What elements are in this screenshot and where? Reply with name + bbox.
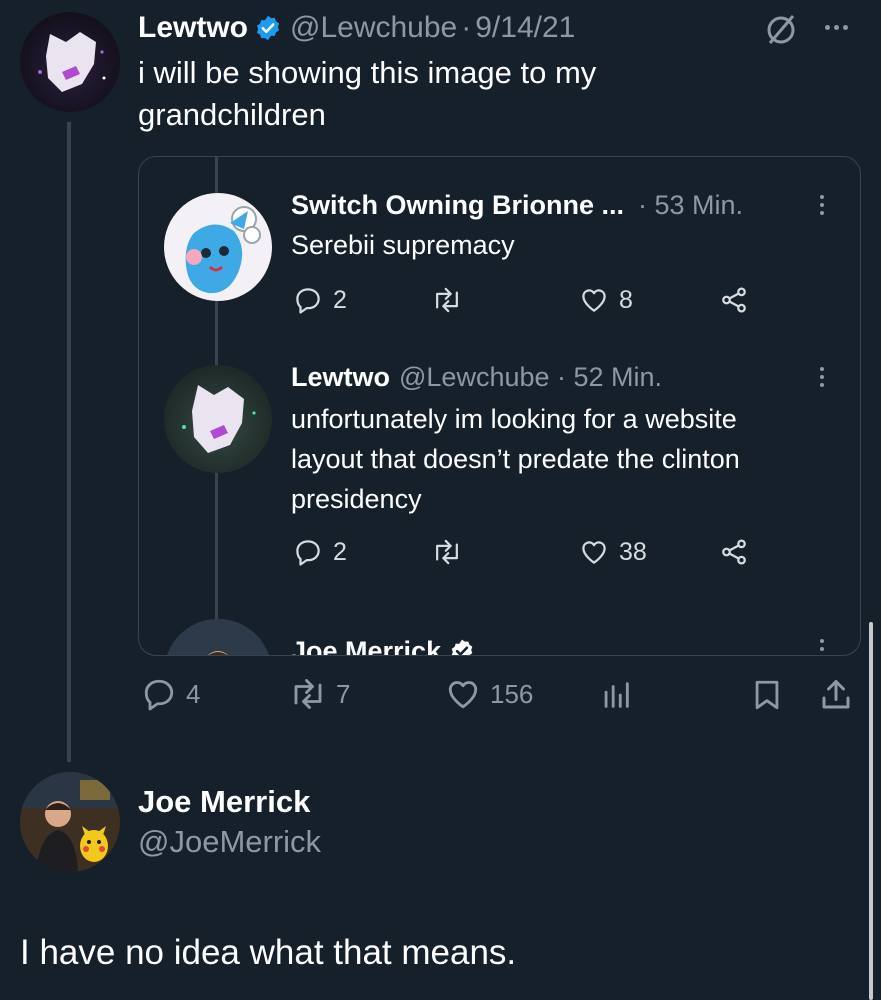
bookmark-action[interactable] [750, 676, 784, 714]
mewtwo-figure-icon [182, 385, 256, 453]
retweet-count: 7 [336, 678, 351, 709]
joe-merrick-avatar[interactable] [164, 619, 272, 655]
share-up-icon [818, 676, 854, 714]
date-separator: · [461, 11, 472, 44]
retweet-icon [431, 285, 463, 315]
scrollbar-thumb[interactable] [869, 622, 873, 1000]
like-count: 156 [490, 678, 534, 709]
hidden-reply-icon[interactable] [762, 12, 800, 46]
reply-icon [293, 537, 323, 567]
share-action[interactable] [719, 537, 749, 567]
inner-thread-line [215, 301, 218, 367]
reply-count: 2 [333, 537, 347, 566]
retweet-action[interactable] [431, 537, 463, 567]
brionne-figure-icon [185, 206, 261, 294]
person-with-pikachu-icon [20, 772, 120, 872]
author-name[interactable]: Joe Merrick [291, 636, 441, 656]
verified-badge-icon [254, 14, 282, 42]
lewtwo-avatar[interactable] [164, 365, 272, 473]
mewtwo-figure-icon [38, 32, 106, 92]
person-photo-icon [164, 619, 272, 655]
reply-icon [293, 285, 323, 315]
embedded-tweet-text: Serebii supremacy [291, 230, 515, 260]
like-count: 38 [619, 537, 647, 566]
tweet-text-line: presidency [291, 484, 422, 514]
author-name[interactable]: Lewtwo [138, 11, 248, 45]
embedded-tweet-header: Joe Merrick [291, 633, 475, 656]
retweet-icon [431, 537, 463, 567]
reply-action[interactable]: 2 [293, 537, 347, 567]
lewtwo-avatar[interactable] [20, 12, 120, 112]
more-options-icon[interactable] [820, 367, 824, 387]
reply-action[interactable]: 4 [140, 676, 200, 712]
analytics-icon [598, 678, 634, 712]
share-action[interactable] [818, 676, 854, 714]
author-name[interactable]: Switch Owning Brionne ... [291, 190, 624, 221]
more-options-icon[interactable] [820, 639, 824, 655]
heart-icon [444, 676, 482, 712]
reply-icon [140, 676, 178, 712]
like-action[interactable]: 156 [444, 676, 533, 712]
analytics-action[interactable] [598, 678, 634, 712]
heart-icon [579, 285, 609, 315]
joe-merrick-avatar[interactable] [20, 772, 120, 872]
reply-text: I have no idea what that means. [20, 933, 517, 972]
share-icon [719, 537, 749, 567]
verified-badge-icon [449, 638, 475, 655]
like-count: 8 [619, 285, 633, 314]
tweet-text-line: i will be showing this image to my [138, 55, 597, 90]
like-action[interactable]: 8 [579, 285, 633, 315]
inner-thread-line [215, 471, 218, 621]
inner-thread-line [215, 157, 218, 193]
tweet-text-line: unfortunately im looking for a website [291, 404, 737, 434]
reply-count: 2 [333, 285, 347, 314]
author-handle[interactable]: @Lewchube [290, 11, 457, 45]
embedded-tweet-text: unfortunately im looking for a website l… [291, 399, 740, 519]
reply-author-name[interactable]: Joe Merrick [138, 782, 310, 822]
heart-icon [579, 537, 609, 567]
share-action[interactable] [719, 285, 749, 315]
author-name[interactable]: Lewtwo [291, 362, 390, 393]
share-icon [719, 285, 749, 315]
reply-count: 4 [186, 678, 201, 709]
tweet-time[interactable]: · 53 Min. [638, 190, 743, 221]
retweet-action[interactable]: 7 [288, 676, 350, 712]
media-card[interactable]: Switch Owning Brionne ... · 53 Min. Sere… [138, 156, 861, 656]
reply-author-handle[interactable]: @JoeMerrick [138, 822, 321, 862]
tweet-date[interactable]: 9/14/21 [475, 11, 575, 45]
more-options-icon[interactable] [825, 25, 848, 30]
bookmark-icon [750, 676, 784, 714]
tweet-text: i will be showing this image to my grand… [138, 52, 596, 136]
retweet-icon [288, 676, 328, 712]
like-action[interactable]: 38 [579, 537, 647, 567]
tweet-text-line: grandchildren [138, 97, 326, 132]
retweet-action[interactable] [431, 285, 463, 315]
brionne-avatar[interactable] [164, 193, 272, 301]
more-options-icon[interactable] [820, 195, 824, 215]
embedded-tweet-header: Lewtwo @Lewchube · 52 Min. [291, 359, 662, 395]
tweet-text-line: layout that doesn’t predate the clinton [291, 444, 740, 474]
thread-line [67, 122, 71, 762]
reply-action[interactable]: 2 [293, 285, 347, 315]
embedded-tweet-header: Switch Owning Brionne ... · 53 Min. [291, 187, 743, 223]
handle-and-time[interactable]: @Lewchube · 52 Min. [399, 362, 662, 393]
tweet-header: Lewtwo @Lewchube · 9/14/21 [138, 8, 575, 48]
